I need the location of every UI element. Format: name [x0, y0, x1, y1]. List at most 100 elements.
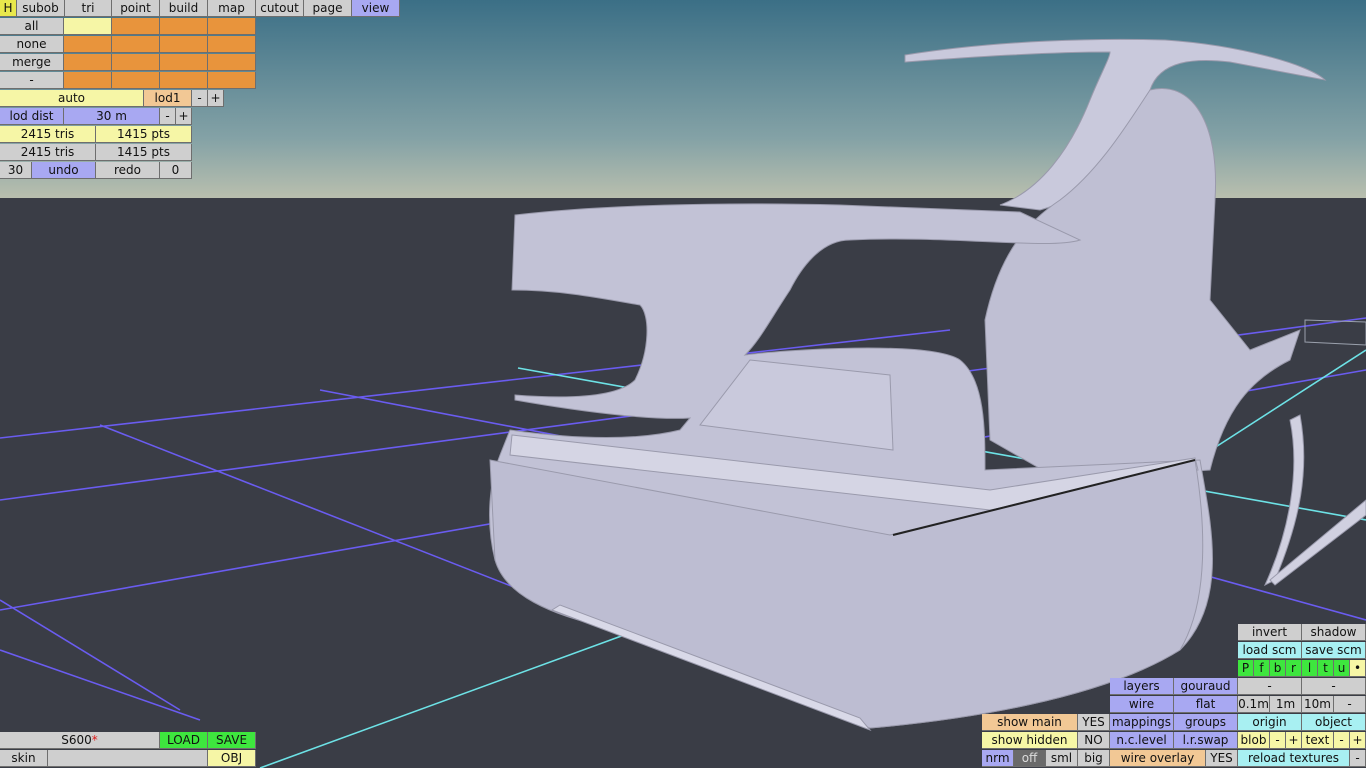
- lod-plus-button[interactable]: +: [208, 90, 224, 107]
- tab-build[interactable]: build: [160, 0, 208, 17]
- layers-button[interactable]: layers: [1110, 678, 1174, 695]
- tab-subob[interactable]: subob: [17, 0, 65, 17]
- select-all-button[interactable]: all: [0, 18, 64, 35]
- modified-mark: *: [91, 733, 98, 747]
- shadow-button[interactable]: shadow: [1302, 624, 1366, 641]
- lod-dist-minus-button[interactable]: -: [160, 108, 176, 125]
- wire-overlay-toggle[interactable]: YES: [1206, 750, 1238, 767]
- select-cell[interactable]: [160, 72, 208, 89]
- select-cell[interactable]: [112, 36, 160, 53]
- select-cell[interactable]: [112, 54, 160, 71]
- origin-button[interactable]: origin: [1238, 714, 1302, 731]
- pts-count-total: 1415 pts: [96, 144, 192, 161]
- view-f-button[interactable]: f: [1254, 660, 1270, 677]
- invert-button[interactable]: invert: [1238, 624, 1302, 641]
- wire-overlay-label[interactable]: wire overlay: [1110, 750, 1206, 767]
- select-cell[interactable]: [64, 18, 112, 35]
- view-t-button[interactable]: t: [1318, 660, 1334, 677]
- wire-button[interactable]: wire: [1110, 696, 1174, 713]
- load-scm-button[interactable]: load scm: [1238, 642, 1302, 659]
- select-cell[interactable]: [160, 54, 208, 71]
- load-button[interactable]: LOAD: [160, 732, 208, 749]
- tab-tri[interactable]: tri: [65, 0, 112, 17]
- select-cell[interactable]: [64, 54, 112, 71]
- nrm-button[interactable]: nrm: [982, 750, 1014, 767]
- pts-count: 1415 pts: [96, 126, 192, 143]
- lod-auto-button[interactable]: auto: [0, 90, 144, 107]
- flat-button[interactable]: flat: [1174, 696, 1238, 713]
- big-button[interactable]: big: [1078, 750, 1110, 767]
- save-scm-button[interactable]: save scm: [1302, 642, 1366, 659]
- show-main-label[interactable]: show main: [982, 714, 1078, 731]
- scale-1m-button[interactable]: 1m: [1270, 696, 1302, 713]
- merge-button[interactable]: merge: [0, 54, 64, 71]
- lod-level[interactable]: lod1: [144, 90, 192, 107]
- text-plus-button[interactable]: +: [1350, 732, 1366, 749]
- nc-level-button[interactable]: n.c.level: [1110, 732, 1174, 749]
- view-dot-button[interactable]: •: [1350, 660, 1366, 677]
- view-b-button[interactable]: b: [1270, 660, 1286, 677]
- text-minus-button[interactable]: -: [1334, 732, 1350, 749]
- show-hidden-label[interactable]: show hidden: [982, 732, 1078, 749]
- tris-count-total: 2415 tris: [0, 144, 96, 161]
- text-label[interactable]: text: [1302, 732, 1334, 749]
- select-cell[interactable]: [208, 18, 256, 35]
- redo-count: 0: [160, 162, 192, 179]
- file-name-field[interactable]: S600*: [0, 732, 160, 749]
- skin-label: skin: [0, 750, 48, 767]
- tab-view[interactable]: view: [352, 0, 400, 17]
- save-button[interactable]: SAVE: [208, 732, 256, 749]
- select-cell[interactable]: [208, 36, 256, 53]
- view-u-button[interactable]: u: [1334, 660, 1350, 677]
- select-cell[interactable]: [64, 72, 112, 89]
- lod-minus-button[interactable]: -: [192, 90, 208, 107]
- off-button[interactable]: off: [1014, 750, 1046, 767]
- blob-label[interactable]: blob: [1238, 732, 1270, 749]
- select-cell[interactable]: [160, 18, 208, 35]
- lod-dist-plus-button[interactable]: +: [176, 108, 192, 125]
- view-r-button[interactable]: r: [1286, 660, 1302, 677]
- file-name: S600: [61, 733, 92, 747]
- scale-10m-button[interactable]: 10m: [1302, 696, 1334, 713]
- select-cell[interactable]: [112, 18, 160, 35]
- select-none-button[interactable]: none: [0, 36, 64, 53]
- tab-map[interactable]: map: [208, 0, 256, 17]
- redo-button[interactable]: redo: [96, 162, 160, 179]
- tab-point[interactable]: point: [112, 0, 160, 17]
- undo-button[interactable]: undo: [32, 162, 96, 179]
- select-cell[interactable]: [160, 36, 208, 53]
- gouraud-button[interactable]: gouraud: [1174, 678, 1238, 695]
- tab-page[interactable]: page: [304, 0, 352, 17]
- mappings-button[interactable]: mappings: [1110, 714, 1174, 731]
- dash-button[interactable]: -: [1302, 678, 1366, 695]
- undo-count: 30: [0, 162, 32, 179]
- reload-textures-button[interactable]: reload textures: [1238, 750, 1350, 767]
- tris-count: 2415 tris: [0, 126, 96, 143]
- lr-swap-button[interactable]: l.r.swap: [1174, 732, 1238, 749]
- skin-field[interactable]: [48, 750, 208, 767]
- groups-button[interactable]: groups: [1174, 714, 1238, 731]
- reload-minus-button[interactable]: -: [1350, 750, 1366, 767]
- select-cell[interactable]: [112, 72, 160, 89]
- tab-cutout[interactable]: cutout: [256, 0, 304, 17]
- blob-minus-button[interactable]: -: [1270, 732, 1286, 749]
- sml-button[interactable]: sml: [1046, 750, 1078, 767]
- view-p-button[interactable]: P: [1238, 660, 1254, 677]
- select-cell[interactable]: [64, 36, 112, 53]
- scale-minus-button[interactable]: -: [1334, 696, 1366, 713]
- select-minus-button[interactable]: -: [0, 72, 64, 89]
- select-cell[interactable]: [208, 72, 256, 89]
- dash-button[interactable]: -: [1238, 678, 1302, 695]
- show-hidden-toggle[interactable]: NO: [1078, 732, 1110, 749]
- format-button[interactable]: OBJ: [208, 750, 256, 767]
- object-button[interactable]: object: [1302, 714, 1366, 731]
- scale-0-1m-button[interactable]: 0.1m: [1238, 696, 1270, 713]
- blob-plus-button[interactable]: +: [1286, 732, 1302, 749]
- view-l-button[interactable]: l: [1302, 660, 1318, 677]
- show-main-toggle[interactable]: YES: [1078, 714, 1110, 731]
- lod-dist-label: lod dist: [0, 108, 64, 125]
- select-cell[interactable]: [208, 54, 256, 71]
- tab-h[interactable]: H: [0, 0, 17, 17]
- 3d-viewport[interactable]: [0, 0, 1366, 768]
- lod-dist-value[interactable]: 30 m: [64, 108, 160, 125]
